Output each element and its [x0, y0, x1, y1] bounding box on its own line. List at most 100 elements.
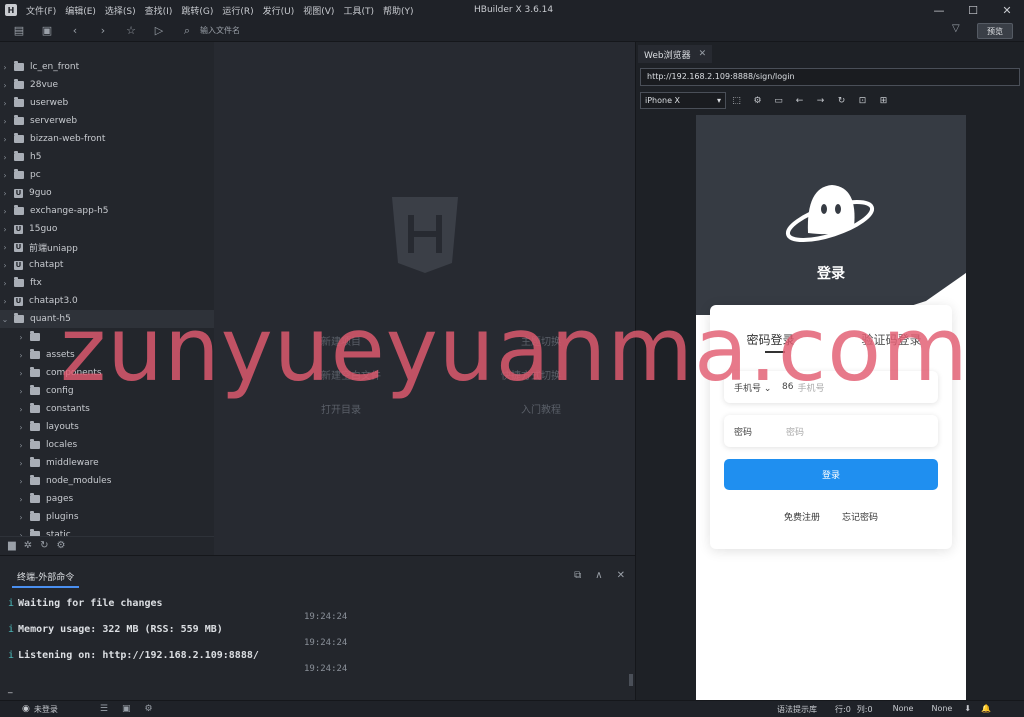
screenshot-icon[interactable]: ⬚ [726, 96, 747, 106]
tree-child-item[interactable]: › constants [0, 400, 214, 418]
reload-icon[interactable]: ↻ [831, 96, 852, 106]
syntax-hint[interactable]: 语法提示库 [777, 704, 817, 715]
phone-input[interactable]: 手机号 [797, 381, 824, 394]
menu-tools[interactable]: 工具(T) [343, 4, 374, 17]
refresh-icon[interactable]: ↻ [40, 540, 48, 551]
tree-item[interactable]: › h5 [0, 148, 214, 166]
save-icon[interactable]: ▣ [38, 22, 56, 40]
tree-item[interactable]: › pc [0, 166, 214, 184]
editor-area[interactable]: 新建项目 主题切换 新建空白文件 快捷方式切换 打开目录 入门教程 [214, 42, 635, 555]
phone-field[interactable]: 手机号 ⌄ 86 手机号 [724, 371, 938, 403]
terminal-tab[interactable]: 终端-外部命令 [12, 570, 80, 588]
menu-help[interactable]: 帮助(Y) [383, 4, 414, 17]
bell-icon[interactable]: 🔔 [981, 704, 991, 715]
tree-item[interactable]: › bizzan-web-front [0, 130, 214, 148]
open-external-icon[interactable]: ⧉ [574, 570, 581, 581]
register-link[interactable]: 免费注册 [784, 510, 820, 523]
tree-child-item[interactable]: › locales [0, 436, 214, 454]
outline-icon[interactable]: ☰ [100, 704, 108, 714]
close-icon[interactable]: ✕ [990, 0, 1024, 20]
plugin-icon[interactable]: ⚙ [144, 704, 152, 714]
tutorial-link[interactable]: 入门教程 [521, 401, 561, 435]
new-file-icon[interactable]: ▤ [10, 22, 28, 40]
settings-icon[interactable]: ⚙ [747, 96, 768, 106]
bug-icon[interactable]: ✲ [24, 540, 32, 551]
theme-switch-link[interactable]: 主题切换 [521, 333, 561, 367]
device-select[interactable]: iPhone X ▾ [640, 92, 726, 109]
maximize-icon[interactable]: ☐ [956, 0, 990, 20]
tree-item[interactable]: › 28vue [0, 76, 214, 94]
tree-child-item[interactable]: › pages [0, 490, 214, 508]
tree-child-item[interactable]: › node_modules [0, 472, 214, 490]
back-icon[interactable]: ‹ [66, 22, 84, 40]
tree-child-item[interactable]: › layouts [0, 418, 214, 436]
password-field[interactable]: 密码 密码 [724, 415, 938, 447]
close-terminal-icon[interactable]: ✕ [617, 570, 625, 581]
open-directory-link[interactable]: 打开目录 [321, 401, 361, 435]
phone-label[interactable]: 手机号 ⌄ [734, 381, 782, 394]
menu-publish[interactable]: 发行(U) [263, 4, 295, 17]
line-number[interactable]: 行:0 [835, 704, 851, 715]
user-icon[interactable]: ◉ [22, 704, 30, 714]
browser-tab[interactable]: Web浏览器 ✕ [638, 45, 713, 63]
menu-select[interactable]: 选择(S) [105, 4, 136, 17]
forward-icon[interactable]: › [94, 22, 112, 40]
qrcode-icon[interactable]: ⊞ [873, 96, 894, 106]
plugin-icon[interactable]: ⚙ [56, 540, 65, 551]
new-project-link[interactable]: 新建项目 [321, 333, 361, 367]
filter-icon[interactable]: ▽ [952, 23, 960, 34]
menu-goto[interactable]: 跳转(G) [181, 4, 213, 17]
language-mode[interactable]: None [931, 704, 952, 715]
chevron-up-icon[interactable]: ∧ [595, 570, 602, 581]
country-code[interactable]: 86 [782, 382, 793, 392]
run-icon[interactable]: ▷ [150, 22, 168, 40]
menu-edit[interactable]: 编辑(E) [65, 4, 96, 17]
tree-item[interactable]: › Uchatapt [0, 256, 214, 274]
tree-child-item[interactable]: › config [0, 382, 214, 400]
login-button[interactable]: 登录 [724, 459, 938, 490]
file-search-icon[interactable]: ⌕ [178, 22, 196, 40]
tree-child-item[interactable]: › components [0, 364, 214, 382]
encoding[interactable]: None [893, 704, 914, 715]
tree-item[interactable]: › serverweb [0, 112, 214, 130]
terminal-scrollbar[interactable] [629, 674, 633, 686]
preview-button[interactable]: 预览 [977, 23, 1013, 39]
lock-icon[interactable]: ⊡ [852, 96, 873, 106]
tree-item[interactable]: › Uchatapt3.0 [0, 292, 214, 310]
tree-child-item[interactable]: › assets [0, 346, 214, 364]
minimize-icon[interactable]: — [922, 0, 956, 20]
file-search-input[interactable]: 输入文件名 [200, 25, 240, 36]
close-icon[interactable]: ✕ [699, 49, 707, 59]
menu-view[interactable]: 视图(V) [303, 4, 334, 17]
tree-child-item[interactable]: › [0, 328, 214, 346]
download-icon[interactable]: ⬇ [964, 704, 971, 715]
menu-run[interactable]: 运行(R) [222, 4, 253, 17]
devtools-icon[interactable]: ▭ [768, 96, 789, 106]
menu-find[interactable]: 查找(I) [145, 4, 173, 17]
terminal-icon[interactable]: ▣ [122, 704, 131, 714]
terminal-cursor[interactable]: _ [8, 684, 13, 694]
column-number[interactable]: 列:0 [857, 704, 873, 715]
tab-password-login[interactable]: 密码登录 [710, 331, 831, 348]
shortcut-switch-link[interactable]: 快捷方式切换 [501, 367, 561, 401]
terminal-text[interactable]: http://192.168.2.109:8888/ [102, 650, 259, 661]
tree-item[interactable]: › U 15guo [0, 220, 214, 238]
back-arrow-icon[interactable]: ← [789, 96, 810, 106]
folder-icon[interactable]: ▆ [8, 540, 16, 551]
forward-arrow-icon[interactable]: → [810, 96, 831, 106]
star-icon[interactable]: ☆ [122, 22, 140, 40]
new-blank-file-link[interactable]: 新建空白文件 [321, 367, 381, 401]
tree-item-selected[interactable]: ⌄ quant-h5 [0, 310, 214, 328]
tab-code-login[interactable]: 验证码登录 [831, 331, 952, 348]
login-status[interactable]: 未登录 [34, 704, 58, 715]
url-input[interactable]: http://192.168.2.109:8888/sign/login [640, 68, 1020, 86]
tree-child-item[interactable]: › middleware [0, 454, 214, 472]
tree-item[interactable]: › lc_en_front [0, 58, 214, 76]
tree-item[interactable]: › U 9guo [0, 184, 214, 202]
tree-child-item[interactable]: › plugins [0, 508, 214, 526]
tree-item[interactable]: › U 前端uniapp [0, 238, 214, 256]
menu-file[interactable]: 文件(F) [26, 4, 56, 17]
password-input[interactable]: 密码 [786, 425, 804, 438]
tree-item[interactable]: › ftx [0, 274, 214, 292]
tree-item[interactable]: › exchange-app-h5 [0, 202, 214, 220]
